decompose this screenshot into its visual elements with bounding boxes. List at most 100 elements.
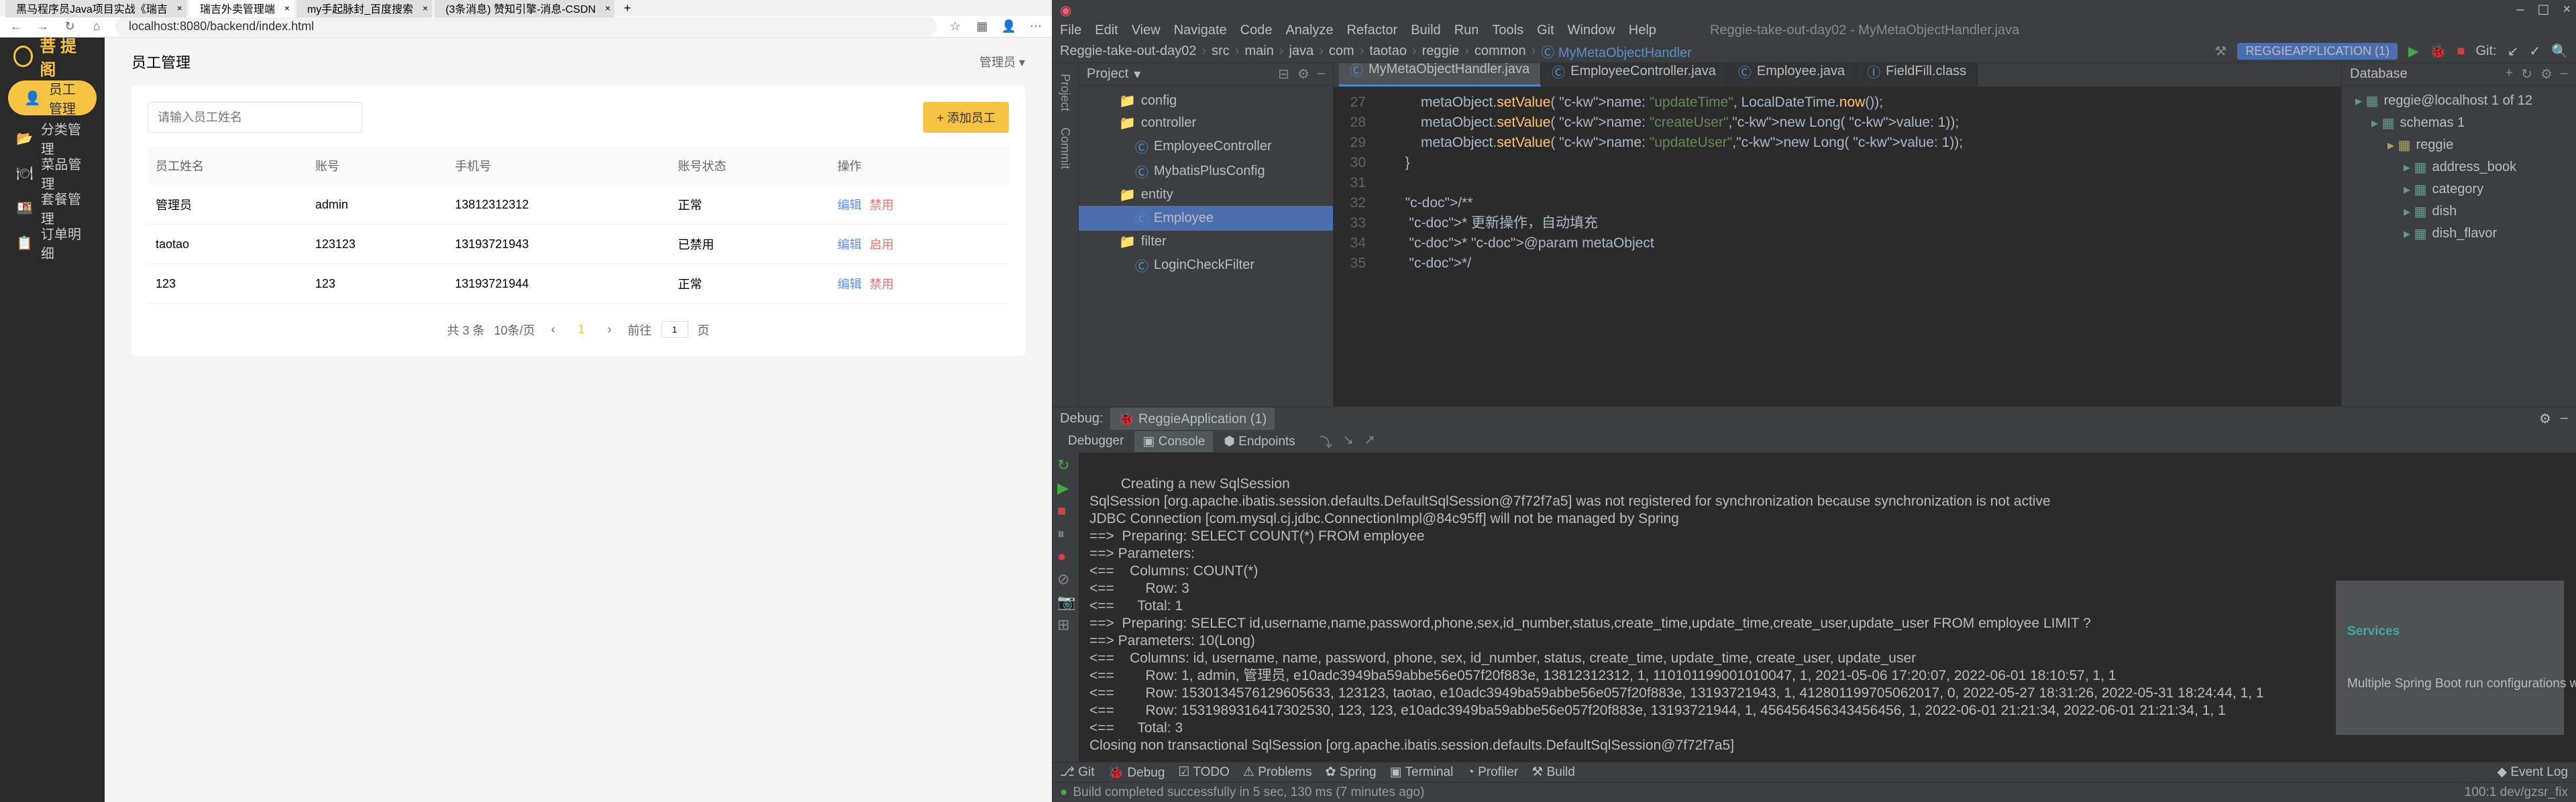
current-user[interactable]: 管理员 ▾ <box>979 53 1025 70</box>
settings-icon[interactable]: ⚙ <box>1297 66 1309 82</box>
menu-refactor[interactable]: Refactor <box>1347 23 1398 38</box>
debug-console[interactable]: Creating a new SqlSession SqlSession [or… <box>1079 453 2576 762</box>
commit-tab[interactable]: Commit <box>1055 122 1075 174</box>
sidebar-item-setmeal[interactable]: 🍱套餐管理 <box>0 190 105 225</box>
db-tree-item[interactable]: ▸ ▦reggie <box>2342 134 2576 156</box>
next-page[interactable]: › <box>601 320 619 339</box>
menu-navigate[interactable]: Navigate <box>1174 23 1227 38</box>
hide-icon[interactable]: – <box>1318 66 1325 82</box>
sidebar-item-dish[interactable]: 🍽菜品管理 <box>0 156 105 190</box>
menu-tools[interactable]: Tools <box>1492 23 1523 38</box>
crumb[interactable]: java <box>1289 44 1314 59</box>
crumb[interactable]: reggie <box>1422 44 1460 59</box>
crumb[interactable]: com <box>1329 44 1354 59</box>
crumb[interactable]: Reggie-take-out-day02 <box>1060 44 1196 59</box>
add-icon[interactable]: + <box>2505 66 2513 82</box>
event-log[interactable]: ◆ Event Log <box>2498 764 2568 780</box>
status-debug[interactable]: 🐞 Debug <box>1108 764 1165 781</box>
menu-build[interactable]: Build <box>1411 23 1440 38</box>
crumb[interactable]: src <box>1212 44 1230 59</box>
menu-window[interactable]: Window <box>1568 23 1615 38</box>
tree-item[interactable]: ⒸLoginCheckFilter <box>1079 253 1333 278</box>
settings-icon[interactable]: ⚙ <box>2539 410 2551 427</box>
tree-item[interactable]: ⒸEmployee <box>1079 206 1333 231</box>
browser-tab[interactable]: 黑马程序员Java项目实战《瑞吉× <box>5 0 186 17</box>
refresh-icon[interactable]: ↻ <box>2521 66 2532 82</box>
sidebar-item-category[interactable]: 📂分类管理 <box>0 121 105 156</box>
db-tree-item[interactable]: ▸ ▦dish <box>2342 200 2576 223</box>
hide-icon[interactable]: – <box>2561 410 2568 427</box>
close-icon[interactable]: × <box>423 3 428 13</box>
status-git[interactable]: ⎇ Git <box>1060 764 1094 780</box>
back-icon[interactable]: ← <box>8 19 24 35</box>
git-icon[interactable]: Git: <box>2475 44 2496 59</box>
stop-icon[interactable]: ■ <box>1057 502 1073 518</box>
crumb[interactable]: main <box>1244 44 1273 59</box>
avatar-icon[interactable]: 👤 <box>1001 19 1017 35</box>
crumb[interactable]: Ⓒ MyMetaObjectHandler <box>1541 42 1692 61</box>
reload-icon[interactable]: ↻ <box>62 19 78 35</box>
browser-tab[interactable]: (3条消息) 赞知引擎-消息-CSDN× <box>435 0 614 17</box>
db-tree-item[interactable]: ▸ ▦category <box>2342 178 2576 200</box>
endpoints-tab[interactable]: ⬢ Endpoints <box>1216 431 1303 452</box>
status-profiler[interactable]: ◔ Profiler <box>1466 765 1518 780</box>
browser-tab[interactable]: my手起脉封_百度搜索× <box>297 0 432 17</box>
step-into-icon[interactable]: ↘ <box>1343 433 1354 451</box>
hammer-icon[interactable]: ⚒ <box>2214 43 2226 60</box>
menu-icon[interactable]: ⋯ <box>1028 19 1044 35</box>
add-employee-button[interactable]: + 添加员工 <box>923 102 1009 133</box>
search-input[interactable] <box>148 102 362 133</box>
menu-analyze[interactable]: Analyze <box>1285 23 1333 38</box>
git-pull-icon[interactable]: ↙ <box>2508 43 2519 60</box>
settings-icon[interactable]: ⚙ <box>2540 66 2553 82</box>
menu-code[interactable]: Code <box>1240 23 1273 38</box>
hide-icon[interactable]: – <box>2561 66 2568 82</box>
edit-link[interactable]: 编辑 <box>837 238 861 251</box>
camera-icon[interactable]: 📷 <box>1057 593 1073 610</box>
run-config-dropdown[interactable]: REGGIEAPPLICATION (1) <box>2237 43 2398 60</box>
sidebar-item-employee[interactable]: 👤员工管理 <box>8 80 97 115</box>
toggle-link[interactable]: 禁用 <box>869 198 894 212</box>
close-icon[interactable]: × <box>605 3 610 13</box>
db-tree-item[interactable]: ▸ ▦schemas 1 <box>2342 112 2576 134</box>
collapse-icon[interactable]: ⊟ <box>1278 66 1289 82</box>
status-todo[interactable]: ☑ TODO <box>1178 764 1230 780</box>
minimize-icon[interactable]: – <box>2516 2 2524 19</box>
code-editor[interactable]: 27 28 29 30 31 32 33 34 35 metaObject.se… <box>1334 87 2341 406</box>
goto-input[interactable] <box>661 321 688 338</box>
db-tree-item[interactable]: ▸ ▦dish_flavor <box>2342 223 2576 245</box>
db-tree-item[interactable]: ▸ ▦reggie@localhost 1 of 12 <box>2342 90 2576 112</box>
rerun-icon[interactable]: ↻ <box>1057 457 1073 473</box>
tree-item[interactable]: 📁filter <box>1079 231 1333 253</box>
menu-git[interactable]: Git <box>1537 23 1554 38</box>
tree-item[interactable]: 📁config <box>1079 90 1333 112</box>
services-popup[interactable]: Services Multiple Spring Boot run config… <box>2336 581 2564 735</box>
close-icon[interactable]: × <box>2563 2 2571 19</box>
status-build[interactable]: ⚒ Build <box>1532 764 1575 780</box>
step-out-icon[interactable]: ↗ <box>1364 433 1375 451</box>
maximize-icon[interactable]: ☐ <box>2537 2 2549 19</box>
new-tab-button[interactable]: + <box>617 1 638 15</box>
page-number[interactable]: 1 <box>572 320 592 339</box>
debugger-tab[interactable]: Debugger <box>1060 431 1132 451</box>
toggle-link[interactable]: 禁用 <box>869 278 894 291</box>
menu-run[interactable]: Run <box>1454 23 1479 38</box>
search-icon[interactable]: 🔍 <box>2551 43 2568 60</box>
debug-icon[interactable]: 🐞 <box>2429 43 2446 60</box>
star-icon[interactable]: ☆ <box>947 19 963 35</box>
toggle-link[interactable]: 启用 <box>869 238 894 251</box>
editor-tab[interactable]: ⒸEmployeeController.java <box>1541 63 1727 87</box>
status-spring[interactable]: ✿ Spring <box>1325 764 1376 780</box>
menu-view[interactable]: View <box>1132 23 1161 38</box>
browser-tab[interactable]: 瑞吉外卖管理端× <box>189 0 294 17</box>
extension-icon[interactable]: ▦ <box>974 19 990 35</box>
edit-link[interactable]: 编辑 <box>837 198 861 212</box>
edit-link[interactable]: 编辑 <box>837 278 861 291</box>
debug-config-tab[interactable]: 🐞 ReggieApplication (1) <box>1110 408 1275 430</box>
tree-item[interactable]: ⒸMybatisPlusConfig <box>1079 159 1333 184</box>
editor-tab[interactable]: ⒾFieldFill.class <box>1856 63 1978 87</box>
home-icon[interactable]: ⌂ <box>89 19 105 35</box>
stop-icon[interactable]: ■ <box>2457 44 2465 59</box>
project-tab[interactable]: Project <box>1055 68 1075 117</box>
sidebar-item-order[interactable]: 📋订单明细 <box>0 225 105 260</box>
